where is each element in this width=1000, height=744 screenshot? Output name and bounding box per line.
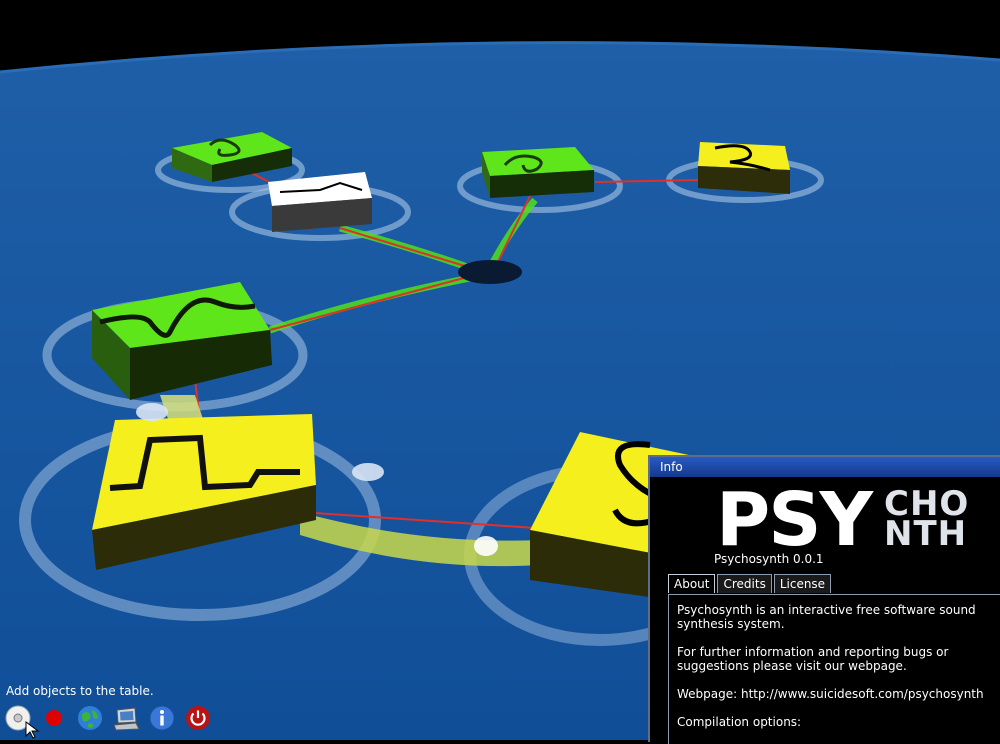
- about-compilation-options: Compilation options:: [677, 715, 802, 729]
- version-label: Psychosynth 0.0.1: [714, 552, 824, 566]
- about-content: Psychosynth is an interactive free softw…: [668, 594, 1000, 744]
- module-white[interactable]: [268, 172, 372, 232]
- tab-license[interactable]: License: [773, 574, 832, 593]
- about-webpage: Webpage: http://www.suicidesoft.com/psyc…: [677, 687, 984, 701]
- output-node[interactable]: [458, 260, 522, 284]
- settings-button[interactable]: [112, 704, 140, 732]
- module-green-small-2[interactable]: [482, 147, 594, 198]
- module-yellow-small[interactable]: [698, 142, 790, 194]
- globe-icon: [78, 706, 102, 730]
- logo-psy: PSY: [716, 477, 873, 563]
- psychosynth-logo: PSY CHO NTH: [716, 477, 1000, 563]
- power-icon: [186, 706, 210, 730]
- info-window-title[interactable]: Info: [650, 457, 1000, 477]
- info-window: Info PSY CHO NTH Psychosynth 0.0.1 About…: [648, 455, 1000, 744]
- info-button[interactable]: [148, 704, 176, 732]
- status-hint: Add objects to the table.: [6, 684, 154, 698]
- computer-icon: [113, 707, 140, 731]
- about-bug-report: For further information and reporting bu…: [677, 645, 949, 673]
- about-description: Psychosynth is an interactive free softw…: [677, 603, 976, 631]
- info-tabs: About Credits License: [668, 574, 832, 593]
- mouse-cursor-icon: [25, 721, 40, 739]
- network-button[interactable]: [76, 704, 104, 732]
- logo-nth: NTH: [884, 514, 968, 554]
- info-icon: [149, 705, 175, 731]
- record-button[interactable]: [40, 704, 68, 732]
- tab-credits[interactable]: Credits: [717, 574, 772, 593]
- tab-about[interactable]: About: [668, 574, 716, 593]
- record-icon: [46, 710, 62, 726]
- quit-button[interactable]: [184, 704, 212, 732]
